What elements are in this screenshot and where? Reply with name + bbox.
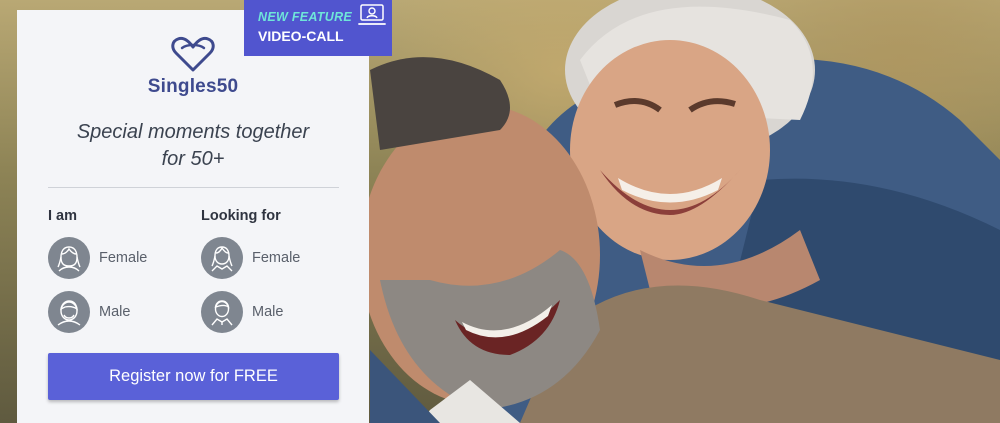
register-button[interactable]: Register now for FREE	[48, 353, 339, 400]
brand-name: Singles50	[147, 76, 239, 97]
tagline-line-2: for 50+	[161, 148, 225, 170]
option-label: Female	[252, 250, 301, 266]
new-feature-badge[interactable]: NEW FEATURE VIDEO-CALL	[244, 0, 392, 56]
option-label: Male	[99, 304, 131, 320]
heart-logo-icon	[171, 36, 215, 72]
option-label: Male	[252, 304, 284, 320]
looking-for-female-option[interactable]: Female	[201, 237, 300, 279]
registration-panel: Singles50 Special moments together for 5…	[17, 10, 369, 423]
looking-for-male-option[interactable]: Male	[201, 291, 283, 333]
male-avatar-icon	[48, 291, 90, 333]
video-call-label: VIDEO-CALL	[258, 28, 344, 44]
looking-for-heading: Looking for	[201, 208, 281, 224]
new-feature-label: NEW FEATURE	[258, 10, 353, 24]
i-am-heading: I am	[48, 208, 78, 224]
option-label: Female	[99, 250, 148, 266]
tagline: Special moments together for 50+	[47, 119, 339, 173]
tagline-line-1: Special moments together	[76, 121, 310, 143]
video-call-icon	[358, 4, 386, 25]
female-avatar-icon	[48, 237, 90, 279]
i-am-female-option[interactable]: Female	[48, 237, 147, 279]
divider	[48, 187, 339, 188]
i-am-male-option[interactable]: Male	[48, 291, 130, 333]
female-avatar-icon	[201, 237, 243, 279]
male-avatar-icon	[201, 291, 243, 333]
